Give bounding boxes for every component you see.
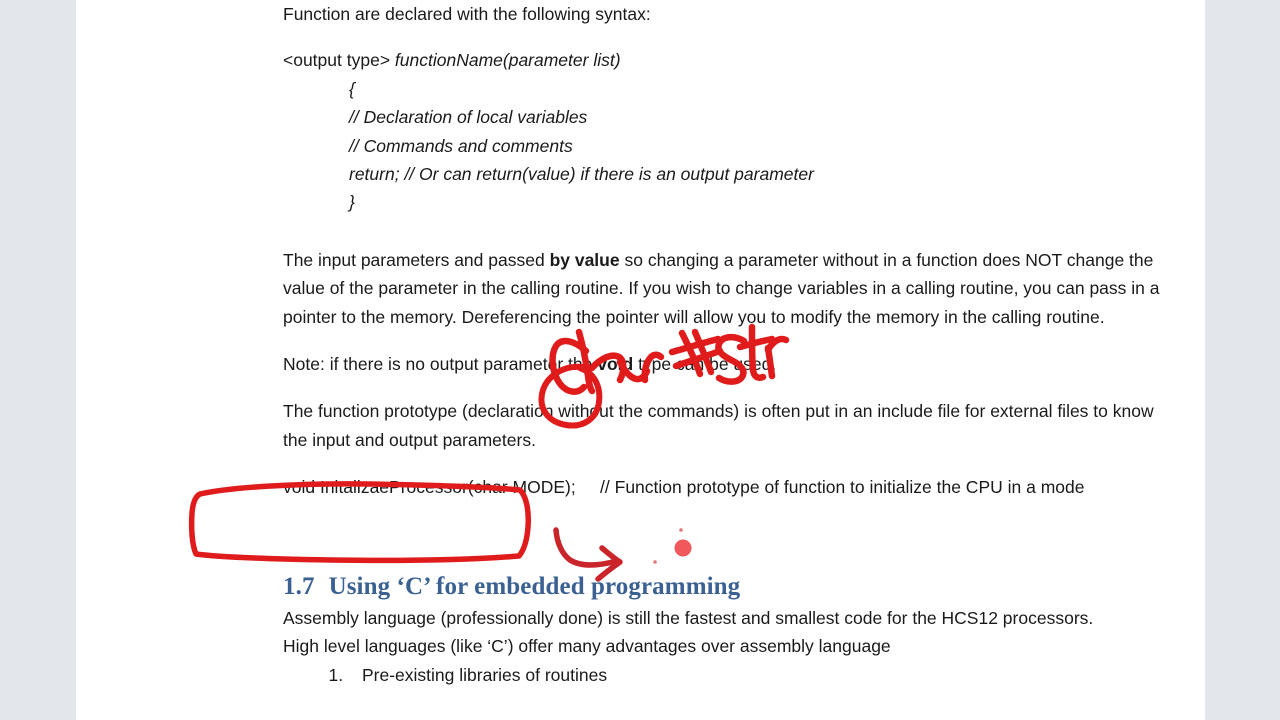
syntax-output-type: <output type>	[283, 50, 395, 71]
paragraph-assembly-line2: High level languages (like ‘C’) offer ma…	[283, 636, 891, 657]
paragraph-assembly-line1: Assembly language (professionally done) …	[283, 607, 1094, 628]
section-title: Using ‘C’ for embedded programming	[328, 572, 741, 600]
advantages-list: Pre-existing libraries of routines	[283, 661, 1163, 690]
document-page: Function are declared with the following…	[76, 0, 1205, 720]
screenshot-viewport: Function are declared with the following…	[0, 0, 1280, 720]
intro-line: Function are declared with the following…	[283, 4, 651, 24]
syntax-block: <output type> functionName(parameter lis…	[283, 46, 1163, 216]
syntax-line-commands-comment: // Commands and comments	[349, 135, 573, 156]
paragraph-by-value-part1: The input parameters and passed	[283, 249, 550, 270]
syntax-line-declaration-comment: // Declaration of local variables	[349, 107, 588, 128]
prototype-code-line: void InitalizaeProcessor(char MODE); // …	[283, 473, 1163, 501]
syntax-line-open-brace: {	[349, 78, 355, 99]
document-text-body: Function are declared with the following…	[283, 0, 1163, 690]
prototype-comment: // Function prototype of function to ini…	[600, 477, 1085, 498]
section-heading: 1.7 Using ‘C’ for embedded programming	[283, 570, 1163, 604]
syntax-signature-line: <output type> functionName(parameter lis…	[283, 46, 1163, 74]
section-number: 1.7	[283, 572, 315, 600]
syntax-line-close-brace: }	[349, 192, 355, 213]
list-item: Pre-existing libraries of routines	[348, 661, 1163, 690]
note-void-keyword: void	[597, 354, 634, 375]
note-void-part2: type can be used.	[633, 354, 777, 375]
syntax-line-return: return; // Or can return(value) if there…	[349, 164, 814, 185]
syntax-function-name: functionName(parameter list)	[394, 50, 621, 71]
prototype-gap	[576, 477, 600, 497]
paragraph-by-value: The input parameters and passed by value…	[283, 246, 1163, 331]
note-void-line: Note: if there is no output parameter th…	[283, 350, 1163, 378]
paragraph-prototype: The function prototype (declaration with…	[283, 401, 1154, 450]
prototype-code: void InitalizaeProcessor(char MODE);	[283, 477, 576, 498]
paragraph-by-value-emphasis: by value	[549, 249, 620, 270]
note-void-part1: Note: if there is no output parameter th…	[283, 354, 598, 375]
